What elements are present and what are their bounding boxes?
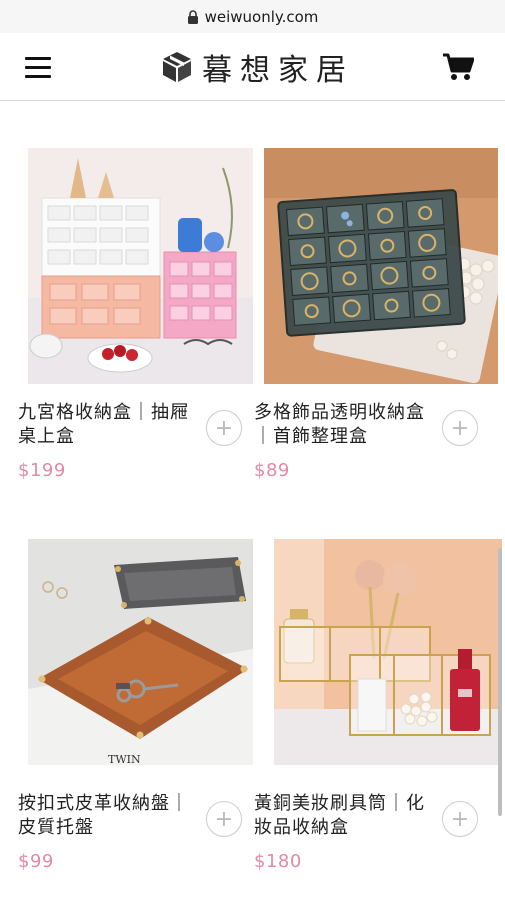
brand-name: 暮想家居 <box>202 53 354 88</box>
add-to-cart-button[interactable]: + <box>442 410 478 446</box>
url-text: weiwuonly.com <box>204 7 319 26</box>
product-image[interactable] <box>264 148 498 384</box>
product-image[interactable] <box>274 539 502 775</box>
product-card[interactable]: TWIN 按扣式皮革收納盤｜皮質托盤 + $99 <box>18 539 262 872</box>
product-image[interactable] <box>28 148 253 384</box>
product-image[interactable]: TWIN <box>28 539 253 775</box>
product-name[interactable]: 按扣式皮革收納盤｜皮質托盤 <box>18 792 198 840</box>
cube-logo-icon <box>163 52 191 82</box>
product-card[interactable]: 多格飾品透明收納盒｜首飾整理盒 + $89 <box>254 148 498 481</box>
add-to-cart-button[interactable]: + <box>206 410 242 446</box>
hamburger-menu-icon[interactable] <box>25 57 51 79</box>
lock-icon <box>187 9 198 24</box>
product-price: $89 <box>254 460 290 481</box>
product-name[interactable]: 多格飾品透明收納盒｜首飾整理盒 <box>254 401 434 449</box>
browser-url-bar[interactable]: weiwuonly.com <box>0 0 505 33</box>
product-price: $199 <box>18 460 66 481</box>
product-name[interactable]: 黃銅美妝刷具筒｜化妝品收納盒 <box>254 792 434 840</box>
product-card[interactable]: 九宮格收納盒｜抽屜桌上盒 + $199 <box>18 148 262 481</box>
product-name[interactable]: 九宮格收納盒｜抽屜桌上盒 <box>18 401 198 449</box>
brand-logo-link[interactable]: 暮想家居 <box>160 47 354 88</box>
site-header: 暮想家居 <box>0 33 505 101</box>
product-price: $180 <box>254 851 302 872</box>
svg-text:TWIN: TWIN <box>108 753 141 765</box>
scrollbar[interactable] <box>498 548 502 816</box>
product-price: $99 <box>18 851 54 872</box>
shopping-cart-icon[interactable] <box>442 52 474 82</box>
add-to-cart-button[interactable]: + <box>206 801 242 837</box>
product-card[interactable]: 黃銅美妝刷具筒｜化妝品收納盒 + $180 <box>254 539 502 872</box>
add-to-cart-button[interactable]: + <box>442 801 478 837</box>
